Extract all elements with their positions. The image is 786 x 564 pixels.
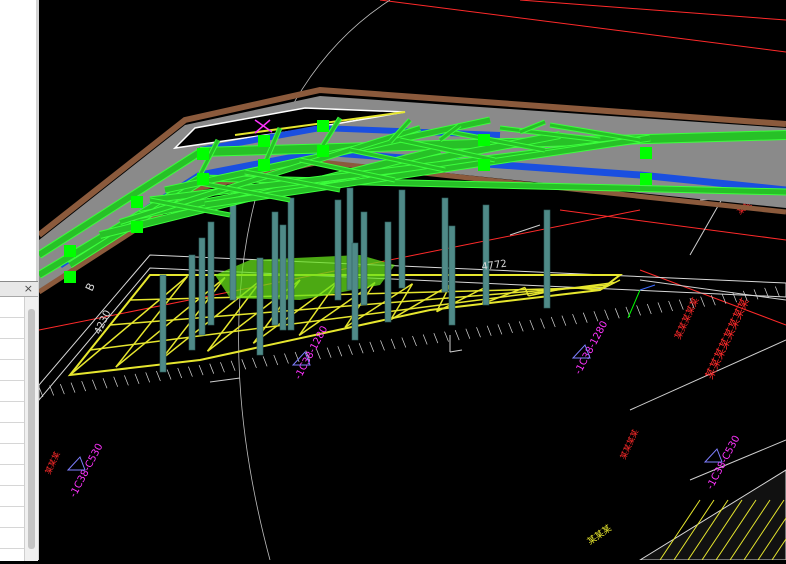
grip-handle[interactable] — [478, 134, 490, 146]
pile — [198, 237, 206, 336]
pile — [207, 221, 215, 326]
pile — [441, 197, 449, 293]
property-row[interactable] — [0, 465, 24, 486]
grip-handle[interactable] — [131, 196, 143, 208]
pile — [188, 254, 196, 351]
property-row[interactable] — [0, 507, 24, 528]
pile — [229, 204, 237, 301]
grip-handle[interactable] — [478, 159, 490, 171]
grip-handle[interactable] — [258, 159, 270, 171]
panel-scrollbar[interactable] — [24, 297, 38, 561]
pile — [287, 197, 295, 331]
grip-handle[interactable] — [640, 173, 652, 185]
cad-viewport[interactable]: -1C38-1280 -1C38-1280 -1C38-C530 -1C38-C… — [36, 0, 786, 561]
property-row[interactable] — [0, 528, 24, 549]
grip-handle[interactable] — [197, 173, 209, 185]
pile — [159, 274, 167, 373]
property-row[interactable] — [0, 423, 24, 444]
grip-handle[interactable] — [317, 120, 329, 132]
grip-handle[interactable] — [131, 221, 143, 233]
grip-handle[interactable] — [64, 271, 76, 283]
property-row[interactable] — [0, 486, 24, 507]
pile — [482, 204, 490, 306]
pile — [351, 242, 359, 341]
property-row[interactable] — [0, 318, 24, 339]
pile — [334, 199, 342, 301]
pile — [384, 221, 392, 323]
cad-drawing-canvas[interactable]: -1C38-1280 -1C38-1280 -1C38-C530 -1C38-C… — [36, 0, 786, 561]
grip-handle[interactable] — [317, 145, 329, 157]
pile — [271, 211, 279, 326]
pile — [279, 224, 287, 331]
pile — [448, 225, 456, 326]
panel-title-bar[interactable]: × — [0, 282, 38, 297]
close-icon[interactable]: × — [24, 282, 33, 296]
grip-handle[interactable] — [197, 148, 209, 160]
property-row[interactable] — [0, 297, 24, 318]
property-row[interactable] — [0, 381, 24, 402]
pile — [256, 257, 264, 356]
floating-properties-panel: × — [0, 281, 38, 561]
grip-handle[interactable] — [258, 135, 270, 147]
pile — [360, 211, 368, 306]
property-row[interactable] — [0, 339, 24, 360]
grip-handle[interactable] — [64, 245, 76, 257]
scrollbar-thumb[interactable] — [28, 309, 35, 549]
property-row[interactable] — [0, 444, 24, 465]
property-row[interactable] — [0, 360, 24, 381]
grip-handle[interactable] — [640, 147, 652, 159]
property-row[interactable] — [0, 402, 24, 423]
pile — [543, 209, 551, 309]
pile — [398, 189, 406, 289]
